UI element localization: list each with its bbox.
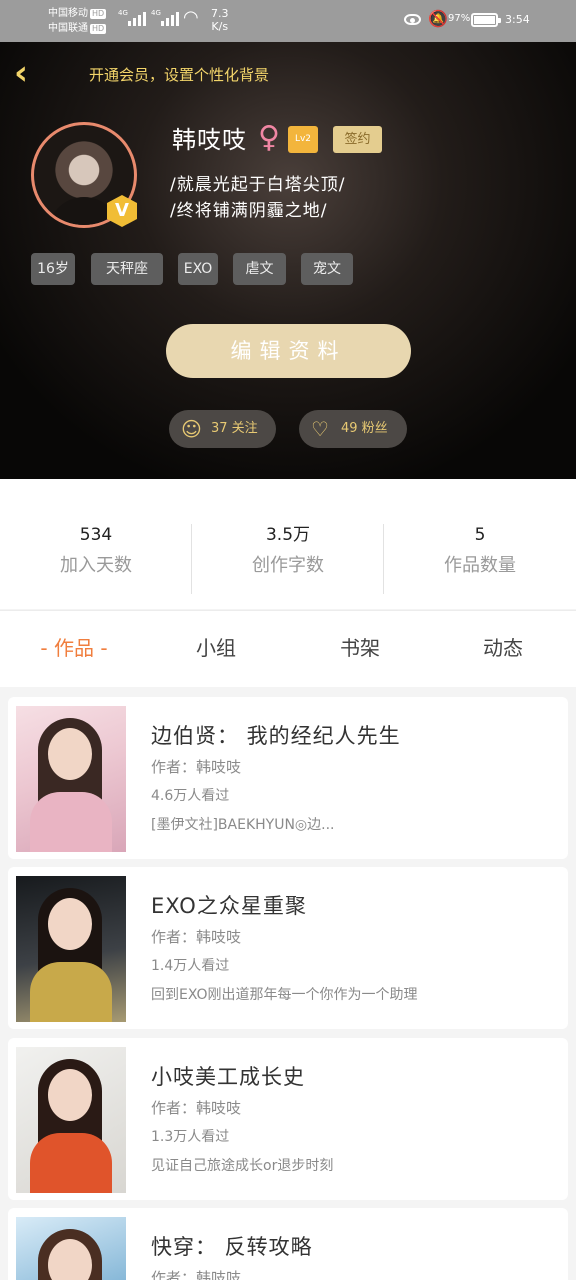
tab-groups[interactable]: 小组 [176,633,256,663]
tag-sweet: 宠文 [301,253,353,285]
carrier-info: 中国移动 HD 中国联通 HD [48,6,107,36]
work-title: EXO之众星重聚 [151,894,307,918]
hd-badge: HD [90,24,107,34]
work-description: 见证自己旅途成长or退步时刻 [151,1158,334,1174]
tag-angst: 虐文 [233,253,286,285]
work-card[interactable]: 快穿： 反转攻略 作者：韩吱吱 [8,1208,568,1280]
profile-header: ‹ 开通会员，设置个性化背景 V 韩吱吱 ♀ Lv2 签约 /就晨光起于白塔尖顶… [0,42,576,479]
battery-icon [471,13,501,27]
bio: /就晨光起于白塔尖顶/ /终将铺满阴霾之地/ [170,172,345,224]
network-type: 4G [118,9,128,17]
work-author: 作者：韩吱吱 [151,1269,242,1280]
fans-button[interactable]: ♡ 49 粉丝 [299,410,407,448]
stat-value: 5 [474,525,486,545]
edit-profile-button[interactable]: 编辑资料 [166,324,411,378]
hd-badge: HD [90,9,107,19]
wifi-icon: ◠ [183,7,199,28]
work-author: 作者：韩吱吱 [151,758,242,776]
following-label: 37 关注 [211,421,258,436]
speed-value: 7.3 [211,7,229,20]
level-badge: Lv2 [288,126,318,153]
back-arrow-icon[interactable]: ‹ [14,56,46,92]
work-card[interactable]: 小吱美工成长史 作者：韩吱吱 1.3万人看过 见证自己旅途成长or退步时刻 [8,1038,568,1200]
work-views: 4.6万人看过 [151,788,230,804]
work-description: 回到EXO刚出道那年每一个你作为一个助理 [151,987,418,1003]
work-author: 作者：韩吱吱 [151,1099,242,1117]
stat-word-count: 3.5万 创作字数 [192,523,384,578]
tab-bookshelf[interactable]: 书架 [320,633,400,663]
vip-background-link[interactable]: 开通会员，设置个性化背景 [89,64,269,85]
stat-label: 加入天数 [60,555,132,576]
signal-icon [161,10,179,26]
stat-value: 534 [79,525,113,545]
stat-value: 3.5万 [265,525,311,545]
fans-label: 49 粉丝 [341,421,388,436]
speed-unit: K/s [211,20,229,33]
work-card[interactable]: EXO之众星重聚 作者：韩吱吱 1.4万人看过 回到EXO刚出道那年每一个你作为… [8,867,568,1029]
work-views: 1.3万人看过 [151,1129,230,1145]
work-title: 边伯贤： 我的经纪人先生 [151,724,401,748]
stat-label: 作品数量 [444,555,516,576]
work-cover-image [16,1217,126,1280]
network-speed: 7.3 K/s [211,7,229,33]
eye-comfort-icon [404,14,421,25]
clock: 3:54 [505,13,530,26]
stat-works-count: 5 作品数量 [384,523,576,578]
tag-age: 16岁 [31,253,75,285]
work-cover-image [16,876,126,1022]
work-title: 快穿： 反转攻略 [151,1235,313,1259]
carrier-1: 中国移动 [48,8,88,19]
stat-join-days: 534 加入天数 [0,523,192,578]
tab-works[interactable]: - 作品 - [24,633,124,663]
work-views: 1.4万人看过 [151,958,230,974]
heart-icon: ♡ [311,417,329,441]
tab-bar: - 作品 - 小组 书架 动态 [0,610,576,687]
tab-activity[interactable]: 动态 [463,633,543,663]
work-card[interactable]: 边伯贤： 我的经纪人先生 作者：韩吱吱 4.6万人看过 [墨伊文社]BAEKHY… [8,697,568,859]
following-button[interactable]: ☺ 37 关注 [169,410,276,448]
mute-bell-icon: 🔕 [428,9,448,28]
work-title: 小吱美工成长史 [151,1065,305,1089]
network-type: 4G [151,9,161,17]
bio-line-2: /终将铺满阴霾之地/ [170,201,328,221]
work-cover-image [16,706,126,852]
work-description: [墨伊文社]BAEKHYUN◎边... [151,817,335,833]
work-cover-image [16,1047,126,1193]
add-user-icon: ☺ [181,417,202,441]
tag-zodiac: 天秤座 [91,253,163,285]
female-icon: ♀ [258,120,280,155]
carrier-2: 中国联通 [48,23,88,34]
tag-exo: EXO [178,253,218,285]
battery-percent: 97% [448,13,471,24]
stat-label: 创作字数 [252,555,324,576]
work-author: 作者：韩吱吱 [151,928,242,946]
stats-panel: 534 加入天数 3.5万 创作字数 5 作品数量 [0,479,576,609]
signal-icon [128,10,146,26]
username: 韩吱吱 [172,126,247,154]
bio-line-1: /就晨光起于白塔尖顶/ [170,175,346,195]
status-bar: 中国移动 HD 中国联通 HD 4G 4G ◠ 7.3 K/s 🔕 97% 3:54 [0,0,576,42]
signed-badge: 签约 [333,126,382,153]
